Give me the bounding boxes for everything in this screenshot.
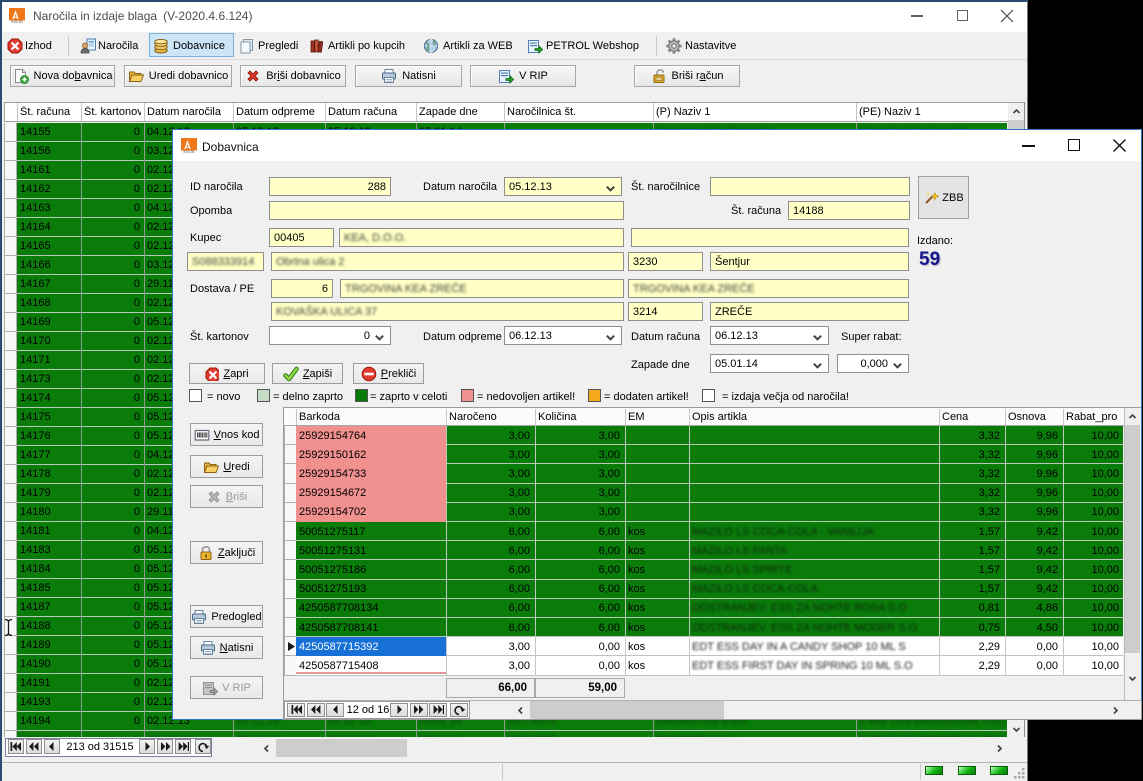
svg-text:KV2.00: KV2.00	[183, 150, 194, 154]
